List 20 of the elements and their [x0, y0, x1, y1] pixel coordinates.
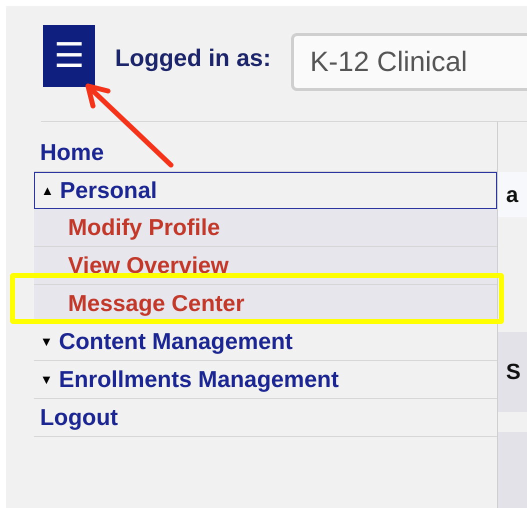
menu-link[interactable]: Logout: [40, 404, 118, 431]
menu-section-link[interactable]: Personal: [60, 177, 158, 204]
submenu-link[interactable]: View Overview: [68, 252, 229, 279]
submenu-link[interactable]: Message Center: [68, 290, 244, 317]
triangle-icon: ▼: [40, 334, 53, 349]
triangle-icon: ▼: [40, 372, 53, 387]
menu-section-link[interactable]: Enrollments Management: [58, 366, 339, 393]
submenu-link[interactable]: Modify Profile: [68, 214, 220, 241]
triangle-icon: ▲: [41, 183, 54, 198]
menu-link[interactable]: Home: [40, 139, 104, 166]
account-select[interactable]: K-12 Clinical: [291, 33, 527, 91]
menu-section-row[interactable]: ▼ Content Management: [34, 323, 497, 361]
content-text: a: [506, 182, 518, 208]
menu-button[interactable]: ☰: [43, 25, 95, 87]
submenu-row[interactable]: Modify Profile: [34, 209, 497, 247]
content-text: S: [506, 359, 521, 385]
menu-section-row[interactable]: ▼ Enrollments Management: [34, 361, 497, 399]
logged-in-label: Logged in as:: [115, 45, 271, 73]
menu-section-row[interactable]: ▲ Personal: [34, 172, 497, 209]
menu-section-link[interactable]: Content Management: [58, 328, 293, 355]
